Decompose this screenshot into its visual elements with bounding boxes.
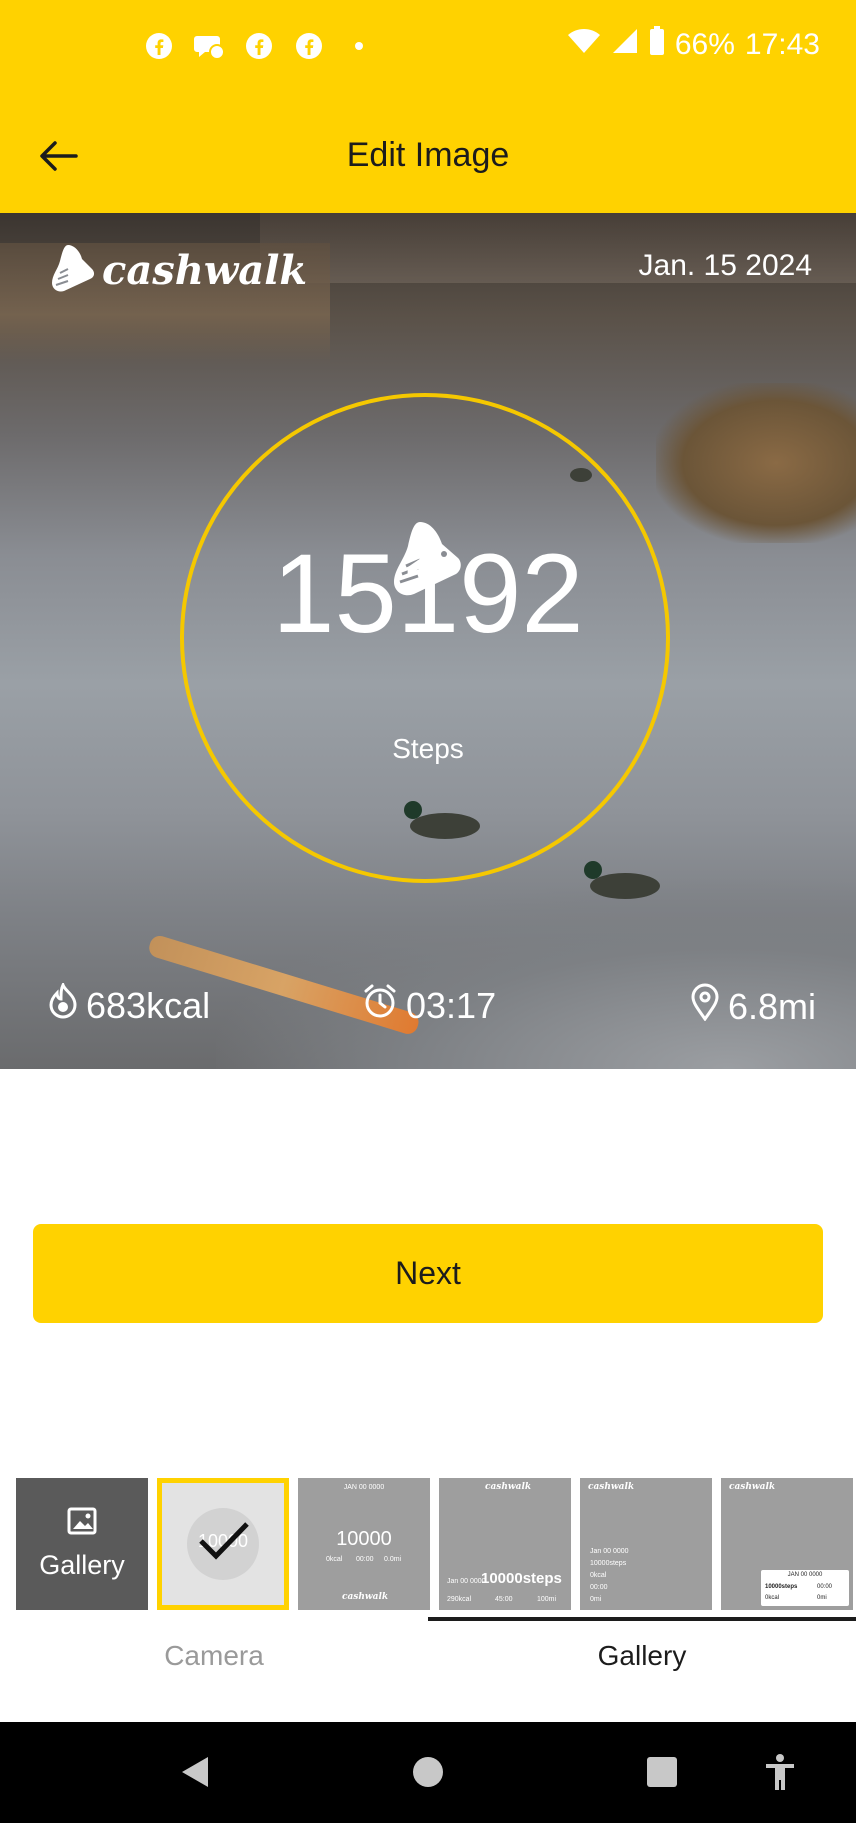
template-distance: 0mi (590, 1596, 602, 1603)
template-date: JAN 00 0000 (343, 1484, 385, 1491)
battery-percent: 66% (674, 28, 735, 61)
signal-icon (611, 27, 639, 63)
photo-background (656, 383, 856, 543)
dot-icon (343, 30, 375, 62)
next-button[interactable]: Next (33, 1224, 823, 1323)
template-thumb-4[interactable]: cashwalk Jan 00 0000 10000steps 0kcal 00… (580, 1478, 712, 1610)
duration-stat: 03:17 (362, 983, 496, 1028)
cashwalk-logo: cashwalk (50, 243, 307, 298)
nav-home-button[interactable] (406, 1752, 450, 1796)
calories-stat: 683kcal (48, 981, 211, 1028)
tab-gallery[interactable]: Gallery (428, 1640, 856, 1672)
sneaker-icon (50, 243, 96, 298)
template-steps: 10000 (336, 1528, 392, 1550)
template-strip: Gallery 10000 JAN 00 0000 10000 0kcal 00… (16, 1478, 853, 1610)
triangle-back-icon (178, 1755, 210, 1794)
template-date: Jan 00 0000 (447, 1578, 486, 1585)
template-thumb-3[interactable]: cashwalk Jan 00 0000 10000steps 290kcal … (439, 1478, 571, 1610)
steps-label: Steps (392, 733, 464, 764)
template-time: 45:00 (495, 1596, 513, 1603)
template-logo: cashwalk (342, 1592, 389, 1602)
distance-stat: 6.8mi (690, 983, 816, 1030)
template-kcal: 0kcal (765, 1595, 780, 1601)
page-title: Edit Image (346, 136, 510, 174)
template-distance: 100mi (537, 1596, 557, 1603)
battery-icon (649, 26, 665, 64)
template-logo: cashwalk (485, 1482, 532, 1492)
photo-background (216, 879, 856, 1069)
template-time: 00:00 (590, 1584, 608, 1591)
template-date: Jan 00 0000 (590, 1548, 629, 1555)
logo-text: cashwalk (102, 247, 308, 294)
template-steps: 10000steps (481, 1570, 562, 1587)
template-date: JAN 00 0000 (787, 1572, 823, 1578)
status-bar: 66% 17:43 (0, 0, 856, 100)
steps-count: 15192 (272, 531, 584, 656)
nav-back-button[interactable] (172, 1752, 216, 1796)
template-steps: 10000steps (765, 1584, 798, 1590)
photo-date: Jan. 15 2024 (638, 249, 812, 282)
template-time: 00:00 (356, 1556, 374, 1563)
active-tab-indicator (428, 1617, 856, 1621)
template-card: JAN 00 0000 10000steps 00:00 0kcal 0mi (761, 1570, 849, 1606)
app-bar: Edit Image (0, 100, 856, 213)
template-distance: 0mi (817, 1595, 827, 1601)
distance-value: 6.8mi (727, 985, 816, 1027)
messenger-icon (193, 30, 225, 62)
circle-home-icon (412, 1756, 444, 1793)
template-kcal: 0kcal (326, 1556, 343, 1563)
gallery-picker-label: Gallery (39, 1550, 125, 1580)
template-logo: cashwalk (729, 1482, 776, 1492)
square-recents-icon (646, 1756, 678, 1793)
status-indicators: 66% 17:43 (567, 26, 820, 64)
nav-recents-button[interactable] (640, 1752, 684, 1796)
facebook-icon (243, 30, 275, 62)
accessibility-button[interactable] (758, 1752, 802, 1796)
template-thumb-5[interactable]: cashwalk JAN 00 0000 10000steps 00:00 0k… (721, 1478, 853, 1610)
facebook-icon (143, 30, 175, 62)
image-icon (67, 1507, 97, 1542)
template-kcal: 290kcal (447, 1596, 472, 1603)
template-thumb-2[interactable]: JAN 00 0000 10000 0kcal 00:00 0.0mi cash… (298, 1478, 430, 1610)
clock: 17:43 (744, 28, 820, 61)
photo-preview: cashwalk Jan. 15 2024 15192 Steps 683kca… (0, 213, 856, 1069)
notification-icons (143, 30, 375, 62)
template-logo: cashwalk (588, 1482, 635, 1492)
template-thumb-selected[interactable]: 10000 (157, 1478, 289, 1610)
template-distance: 0.0mi (384, 1556, 402, 1563)
template-steps: 10000steps (590, 1560, 627, 1567)
duration-value: 03:17 (406, 984, 497, 1026)
gallery-picker-button[interactable]: Gallery (16, 1478, 148, 1610)
template-kcal: 0kcal (590, 1572, 607, 1579)
template-time: 00:00 (817, 1584, 833, 1590)
flame-icon (48, 981, 78, 1028)
checkmark-icon (198, 1521, 250, 1566)
tab-camera[interactable]: Camera (0, 1640, 428, 1672)
system-nav-bar (0, 1722, 856, 1823)
facebook-icon (293, 30, 325, 62)
alarm-clock-icon (362, 983, 398, 1028)
accessibility-icon (764, 1753, 796, 1796)
wifi-icon (567, 27, 601, 63)
calories-value: 683kcal (86, 984, 211, 1026)
location-pin-icon (690, 983, 720, 1030)
duck (584, 861, 660, 899)
